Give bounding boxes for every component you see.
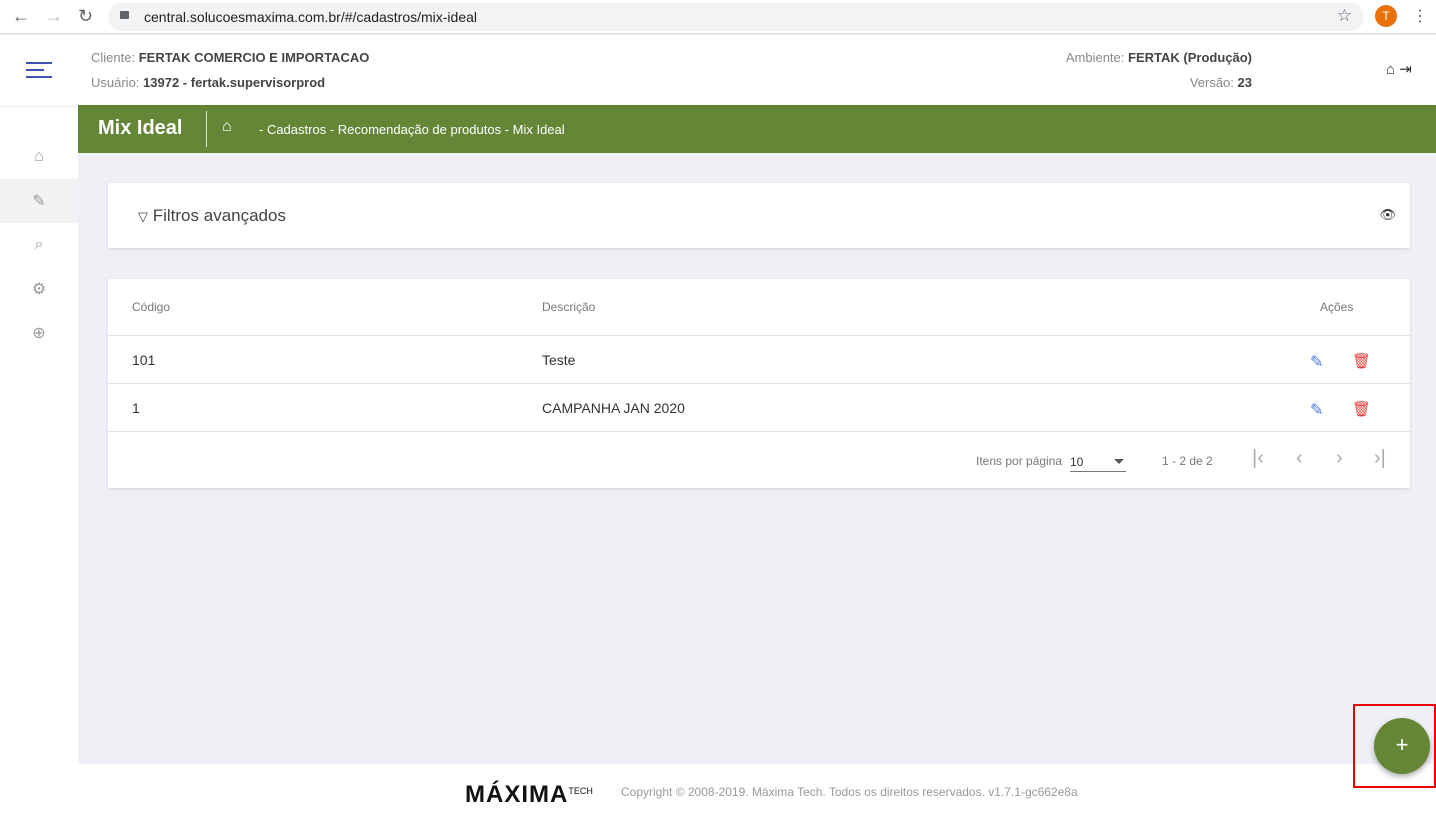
add-button[interactable]: + [1374, 718, 1430, 774]
col-acoes: Ações [1320, 300, 1354, 314]
col-descricao[interactable]: Descrição [542, 300, 595, 314]
per-page-value: 10 [1070, 455, 1084, 469]
sidebar: ⌂ ✎ ⌕ ⚙ ⊕ [0, 105, 78, 824]
cell-descricao: Teste [542, 352, 576, 368]
cell-descricao: CAMPANHA JAN 2020 [542, 400, 685, 416]
table-row: 1 CAMPANHA JAN 2020 ✎ 🗑 [108, 384, 1410, 432]
back-icon[interactable]: ← [12, 6, 30, 27]
last-page-icon[interactable]: ›| [1374, 447, 1386, 470]
logout-icon[interactable]: ⇥ [1399, 61, 1412, 78]
reload-icon[interactable]: ↻ [78, 6, 93, 27]
maxima-tech-logo: MÁXIMATECH [465, 781, 593, 808]
edit-icon[interactable]: ✎ [1310, 352, 1323, 372]
home-icon[interactable]: ⌂ [1386, 61, 1395, 78]
usuario-info: Usuário: 13972 - fertak.supervisorprod [91, 75, 326, 90]
sidebar-settings-icon[interactable]: ⚙ [0, 267, 78, 311]
breadcrumb-home-icon[interactable]: ⌂ [222, 118, 232, 136]
lock-icon [120, 11, 129, 19]
sidebar-home-icon[interactable]: ⌂ [0, 135, 78, 179]
table-header: Código Descrição Ações [108, 279, 1410, 336]
cell-codigo: 101 [132, 352, 156, 368]
page-title: Mix Ideal [98, 117, 183, 139]
cliente-info: Cliente: FERTAK COMERCIO E IMPORTACAO [91, 50, 370, 65]
sidebar-search-icon[interactable]: ⌕ [0, 223, 78, 267]
mix-table: Código Descrição Ações 101 Teste ✎ 🗑 1 C… [108, 279, 1410, 488]
advanced-filters-panel[interactable]: ▽ Filtros avançados 👁 [108, 183, 1410, 248]
sidebar-cadastros-icon[interactable]: ✎ [0, 179, 78, 223]
table-row: 101 Teste ✎ 🗑 [108, 336, 1410, 384]
ambiente-info: Ambiente: FERTAK (Produção) [1065, 50, 1252, 65]
first-page-icon[interactable]: |‹ [1252, 447, 1264, 470]
app-header: Cliente: FERTAK COMERCIO E IMPORTACAO Us… [0, 35, 1436, 105]
delete-icon[interactable]: 🗑 [1352, 352, 1371, 370]
page-title-bar: Mix Ideal ⌂ - Cadastros - Recomendação d… [78, 105, 1436, 153]
page-range: 1 - 2 de 2 [1162, 454, 1213, 468]
filter-title: Filtros avançados [152, 206, 286, 225]
edit-icon[interactable]: ✎ [1310, 400, 1323, 420]
hamburger-menu-icon[interactable] [26, 62, 52, 83]
cell-codigo: 1 [132, 400, 140, 416]
delete-icon[interactable]: 🗑 [1352, 400, 1371, 418]
next-page-icon[interactable]: › [1336, 447, 1343, 470]
divider [206, 111, 207, 147]
versao-info: Versão: 23 [1189, 75, 1252, 90]
bookmark-star-icon[interactable]: ☆ [1337, 6, 1352, 26]
profile-avatar[interactable]: T [1375, 5, 1397, 27]
breadcrumb: - Cadastros - Recomendação de produtos -… [259, 122, 565, 137]
address-bar[interactable]: central.solucoesmaxima.com.br/#/cadastro… [108, 3, 1364, 31]
copyright: Copyright © 2008-2019. Máxima Tech. Todo… [621, 785, 1078, 799]
browser-menu-icon[interactable]: ⋮ [1412, 6, 1428, 26]
col-codigo[interactable]: Código [132, 300, 170, 314]
items-per-page-label: Itens por página [976, 454, 1063, 468]
footer: MÁXIMATECH Copyright © 2008-2019. Máxima… [78, 764, 1436, 824]
filter-icon: ▽ [138, 209, 148, 224]
browser-toolbar: ← → ↻ central.solucoesmaxima.com.br/#/ca… [0, 0, 1436, 34]
eye-icon[interactable]: 👁 [1379, 207, 1396, 223]
url-text: central.solucoesmaxima.com.br/#/cadastro… [144, 9, 478, 25]
prev-page-icon[interactable]: ‹ [1296, 447, 1303, 470]
forward-icon[interactable]: → [45, 6, 63, 27]
sidebar-add-icon[interactable]: ⊕ [0, 311, 78, 355]
items-per-page-select[interactable]: 10 [1070, 449, 1126, 472]
